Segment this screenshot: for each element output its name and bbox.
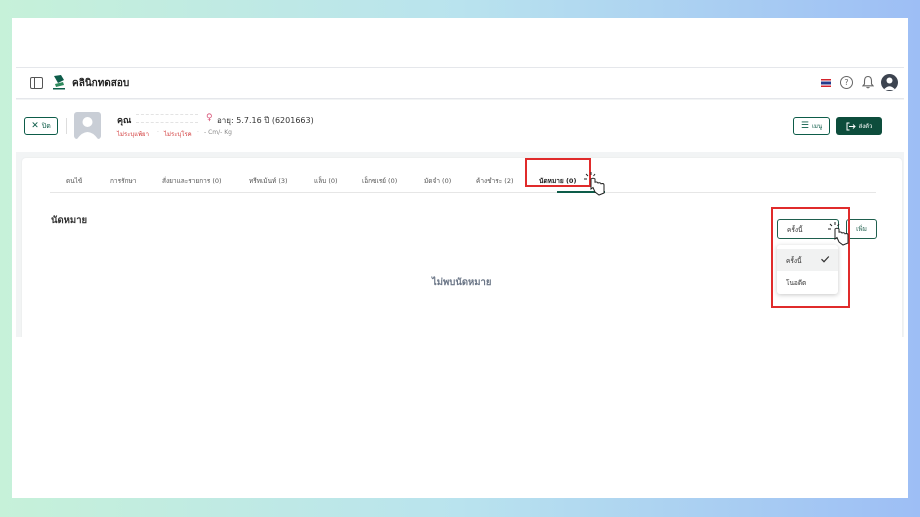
tab-outstanding[interactable]: ค้างชำระ (2) bbox=[476, 176, 514, 186]
tab-lab[interactable]: แล็บ (0) bbox=[314, 176, 338, 186]
tab-patient[interactable]: ดนไข้ bbox=[66, 176, 82, 186]
allergy-status: ไม่ระบุแพ้ยา bbox=[117, 131, 149, 138]
tab-xray[interactable]: เอ็กซเรย์ (0) bbox=[362, 176, 397, 186]
exit-arrow-icon bbox=[846, 122, 856, 130]
content-card: ดนไข้ การรักษา สั่งยาและรายการ (0) ทรีทเ… bbox=[22, 158, 902, 337]
help-icon[interactable]: ? bbox=[840, 76, 853, 89]
clinic-logo-icon bbox=[53, 75, 65, 90]
hamburger-icon: ☰ bbox=[800, 121, 809, 131]
tab-treatments[interactable]: ทรีทเม้นท์ (3) bbox=[249, 176, 288, 186]
patient-avatar bbox=[74, 112, 101, 139]
separator-dot: · bbox=[197, 129, 199, 136]
add-button-label: เพิ่ม bbox=[856, 225, 867, 233]
sidebar-toggle-icon[interactable] bbox=[30, 77, 43, 89]
top-bar: คลินิกทดสอบ ? bbox=[16, 67, 904, 99]
close-icon: ✕ bbox=[31, 121, 39, 131]
send-patient-button[interactable]: ส่งตัว bbox=[836, 117, 882, 135]
patient-age: อายุ: 5.7.16 ปี (6201663) bbox=[217, 116, 314, 125]
app-title: คลินิกทดสอบ bbox=[72, 78, 130, 89]
tab-orders[interactable]: สั่งยาและรายการ (0) bbox=[162, 176, 222, 186]
close-button[interactable]: ✕ ปิด bbox=[24, 117, 58, 135]
bell-icon[interactable] bbox=[862, 75, 874, 89]
screenshot-frame: คลินิกทดสอบ ? ✕ ปิด คุณ ♀ อายุ: 5.7.16 ป… bbox=[12, 18, 908, 498]
pointer-cursor-icon bbox=[584, 172, 605, 196]
separator-dot: · bbox=[157, 129, 159, 136]
send-patient-label: ส่งตัว bbox=[858, 123, 873, 130]
user-silhouette-icon bbox=[883, 77, 896, 90]
empty-state-message: ไม่พบนัดหมาย bbox=[432, 277, 492, 288]
menu-button-label: เมนู bbox=[811, 123, 823, 130]
pointer-cursor-icon bbox=[828, 222, 849, 246]
patient-silhouette-icon bbox=[77, 117, 98, 139]
tab-highlight-box bbox=[525, 158, 591, 187]
user-avatar[interactable] bbox=[881, 74, 898, 91]
thai-flag-icon[interactable] bbox=[821, 79, 831, 87]
tab-bar: ดนไข้ การรักษา สั่งยาและรายการ (0) ทรีทเ… bbox=[50, 168, 876, 193]
patient-name-prefix: คุณ bbox=[117, 116, 132, 126]
app-window: คลินิกทดสอบ ? ✕ ปิด คุณ ♀ อายุ: 5.7.16 ป… bbox=[16, 67, 904, 337]
menu-button[interactable]: ☰ เมนู bbox=[793, 117, 830, 135]
appointments-title: นัดหมาย bbox=[51, 215, 88, 226]
tab-deposit[interactable]: มัดจำ (0) bbox=[424, 176, 451, 186]
disease-status: ไม่ระบุโรค bbox=[164, 131, 192, 138]
female-gender-icon: ♀ bbox=[206, 113, 213, 123]
tab-treatment[interactable]: การรักษา bbox=[110, 176, 136, 186]
patient-info-bar: ✕ ปิด คุณ ♀ อายุ: 5.7.16 ปี (6201663) ไม… bbox=[16, 100, 904, 152]
patient-name-masked bbox=[136, 114, 198, 123]
close-button-label: ปิด bbox=[41, 121, 51, 130]
height-weight: - Cm/- Kg bbox=[204, 129, 232, 136]
divider bbox=[66, 118, 67, 134]
